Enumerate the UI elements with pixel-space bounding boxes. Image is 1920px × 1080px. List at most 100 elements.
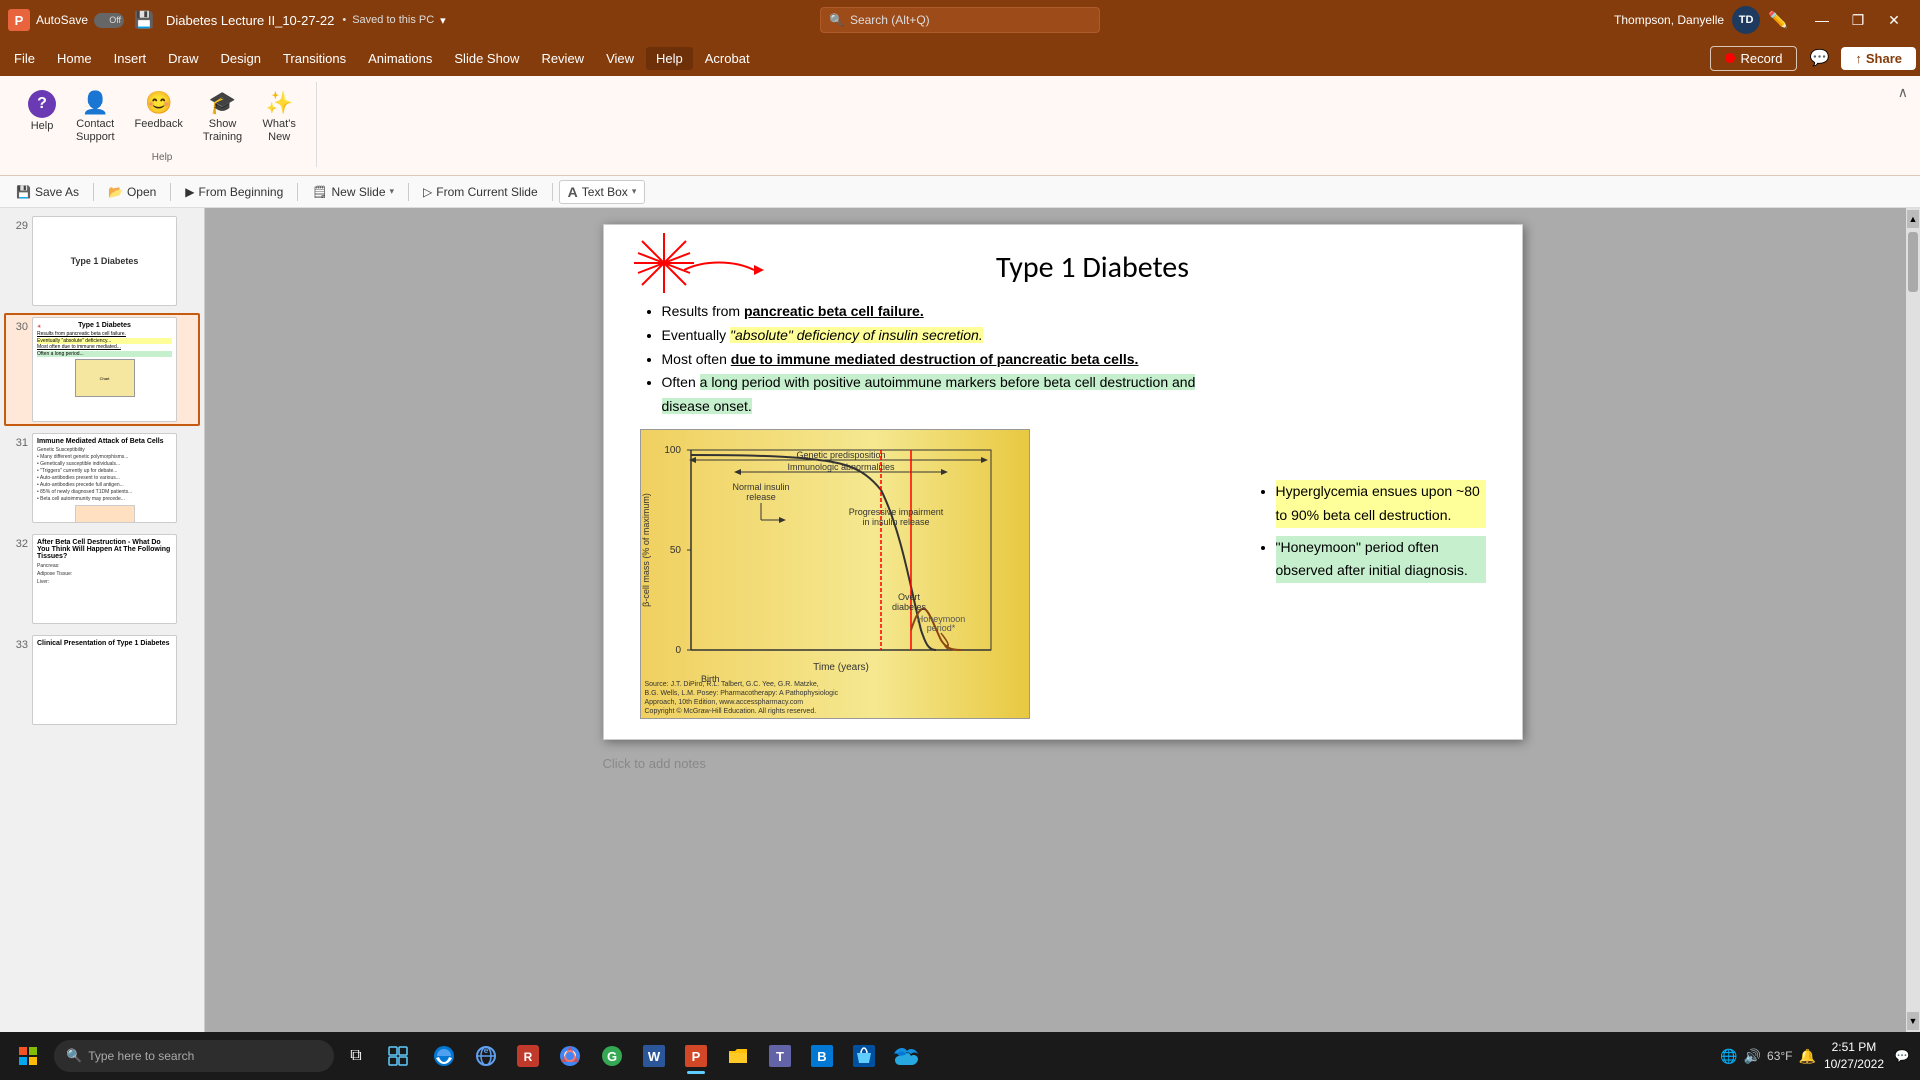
taskbar-app-edge[interactable] [424, 1036, 464, 1076]
taskbar-app-explorer[interactable] [718, 1036, 758, 1076]
menu-item-help[interactable]: Help [646, 47, 693, 70]
ribbon-whats-new-btn[interactable]: ✨ What'sNew [254, 86, 304, 148]
ribbon-feedback-btn[interactable]: 😊 Feedback [127, 86, 191, 134]
ribbon-collapse-btn[interactable]: ∧ [1898, 84, 1908, 101]
canvas-area: Type 1 Diabetes Results from pancreatic … [205, 208, 1920, 1032]
taskbar-app-ie[interactable]: e [466, 1036, 506, 1076]
notification-center-btn[interactable]: 💬 [1892, 1036, 1912, 1076]
text-box-btn[interactable]: A Text Box ▾ [559, 180, 646, 204]
scroll-thumb[interactable] [1908, 232, 1918, 292]
comment-button[interactable]: 💬 [1801, 44, 1837, 72]
slide-panel: 29 Type 1 Diabetes 30 Type 1 Diabetes ✳ … [0, 208, 205, 1032]
menu-item-acrobat[interactable]: Acrobat [695, 47, 760, 70]
taskbar-app-powerpoint[interactable]: P [676, 1036, 716, 1076]
whats-new-icon: ✨ [265, 90, 292, 116]
close-btn[interactable]: ✕ [1876, 6, 1912, 34]
user-area: Thompson, Danyelle TD ✏️ — ❐ ✕ [1614, 6, 1912, 34]
feedback-icon: 😊 [145, 90, 172, 116]
slide-thumb-32[interactable]: 32 After Beta Cell Destruction - What Do… [4, 530, 200, 628]
user-name: Thompson, Danyelle [1614, 13, 1724, 27]
menu-item-transitions[interactable]: Transitions [273, 47, 356, 70]
svg-text:e: e [484, 1046, 489, 1055]
svg-text:R: R [524, 1050, 533, 1064]
slide-img-29: Type 1 Diabetes [32, 216, 177, 306]
feedback-label: Feedback [135, 118, 183, 130]
menu-item-home[interactable]: Home [47, 47, 102, 70]
ribbon-contact-btn[interactable]: 👤 ContactSupport [68, 86, 123, 148]
slide-num-29: 29 [8, 220, 28, 232]
menu-item-draw[interactable]: Draw [158, 47, 208, 70]
taskbar-search-icon: 🔍 [66, 1048, 82, 1064]
notification-icon[interactable]: 🔔 [1799, 1048, 1816, 1065]
taskbar-app-g[interactable]: G [592, 1036, 632, 1076]
slide-thumb-33[interactable]: 33 Clinical Presentation of Type 1 Diabe… [4, 631, 200, 729]
taskbar-app-chrome[interactable] [550, 1036, 590, 1076]
taskbar-app-word[interactable]: W [634, 1036, 674, 1076]
menu-item-design[interactable]: Design [211, 47, 271, 70]
title-bar: P AutoSave Off 💾 Diabetes Lecture II_10-… [0, 0, 1920, 40]
menu-item-animations[interactable]: Animations [358, 47, 442, 70]
search-box[interactable]: 🔍 Search (Alt+Q) [820, 7, 1100, 33]
whats-new-label: What'sNew [263, 118, 296, 144]
scroll-down-btn[interactable]: ▼ [1907, 1012, 1919, 1030]
save-icon-btn[interactable]: 💾 [134, 10, 154, 30]
menu-item-slideshow[interactable]: Slide Show [444, 47, 529, 70]
taskbar-search[interactable]: 🔍 Type here to search [54, 1040, 334, 1072]
svg-text:β-cell mass (% of maximum): β-cell mass (% of maximum) [641, 493, 651, 607]
menu-item-file[interactable]: File [4, 47, 45, 70]
qa-sep3 [297, 183, 298, 201]
weather-temp[interactable]: 63°F [1767, 1049, 1792, 1063]
network-icon[interactable]: 🌐 [1720, 1048, 1737, 1065]
svg-text:period*: period* [926, 623, 955, 633]
new-slide-dropdown-icon[interactable]: ▾ [390, 186, 395, 197]
taskbar-app-unknown[interactable]: R [508, 1036, 548, 1076]
open-btn[interactable]: 📂 Open [100, 182, 164, 202]
restore-btn[interactable]: ❐ [1840, 6, 1876, 34]
save-as-btn[interactable]: 💾 Save As [8, 182, 87, 202]
save-as-label: Save As [35, 185, 79, 199]
ribbon-show-training-btn[interactable]: 🎓 ShowTraining [195, 86, 250, 148]
start-button[interactable] [8, 1036, 48, 1076]
from-beginning-btn[interactable]: ▶ From Beginning [177, 182, 291, 202]
slide-thumb-31[interactable]: 31 Immune Mediated Attack of Beta Cells … [4, 429, 200, 527]
record-circle-icon [1725, 53, 1735, 63]
taskbar-app-store[interactable] [844, 1036, 884, 1076]
menu-item-view[interactable]: View [596, 47, 644, 70]
slide-thumb-30[interactable]: 30 Type 1 Diabetes ✳ Results from pancre… [4, 313, 200, 426]
minimize-btn[interactable]: — [1804, 6, 1840, 34]
slide-thumb-29[interactable]: 29 Type 1 Diabetes [4, 212, 200, 310]
widgets-btn[interactable] [378, 1036, 418, 1076]
right-scrollbar[interactable]: ▲ ▼ [1906, 208, 1920, 1032]
notes-area[interactable]: Click to add notes [603, 748, 1523, 779]
svg-text:diabetes: diabetes [891, 602, 926, 612]
star-arrow [684, 255, 764, 288]
taskbar-app-onedrive[interactable] [886, 1036, 926, 1076]
svg-text:Normal insulin: Normal insulin [732, 482, 789, 492]
scroll-up-btn[interactable]: ▲ [1907, 210, 1919, 228]
record-label: Record [1741, 51, 1783, 66]
menu-item-insert[interactable]: Insert [104, 47, 157, 70]
taskbar-app-teams[interactable]: T [760, 1036, 800, 1076]
share-button[interactable]: ↑ Share [1841, 47, 1916, 70]
user-avatar[interactable]: TD [1732, 6, 1760, 34]
taskbar-app-blue[interactable]: B [802, 1036, 842, 1076]
svg-text:0: 0 [675, 645, 681, 656]
menu-item-review[interactable]: Review [531, 47, 594, 70]
from-current-btn[interactable]: ▷ From Current Slide [415, 182, 546, 202]
record-button[interactable]: Record [1710, 46, 1798, 71]
svg-text:50: 50 [669, 545, 681, 556]
autosave-toggle[interactable]: Off [94, 13, 124, 28]
pen-icon[interactable]: ✏️ [1768, 10, 1788, 30]
task-view-btn[interactable]: ⧉ [336, 1036, 376, 1076]
text-box-dropdown-icon[interactable]: ▾ [632, 186, 637, 197]
slide-canvas[interactable]: Type 1 Diabetes Results from pancreatic … [603, 224, 1523, 740]
new-slide-btn[interactable]: 🗒 New Slide ▾ [304, 182, 402, 202]
svg-text:T: T [776, 1049, 784, 1064]
dropdown-arrow[interactable]: ▾ [440, 14, 446, 27]
qa-sep2 [170, 183, 171, 201]
open-label: Open [127, 185, 156, 199]
speaker-icon[interactable]: 🔊 [1744, 1048, 1761, 1065]
ribbon-help-btn[interactable]: ? Help [20, 86, 64, 136]
clock[interactable]: 2:51 PM 10/27/2022 [1824, 1039, 1884, 1073]
qa-sep5 [552, 183, 553, 201]
